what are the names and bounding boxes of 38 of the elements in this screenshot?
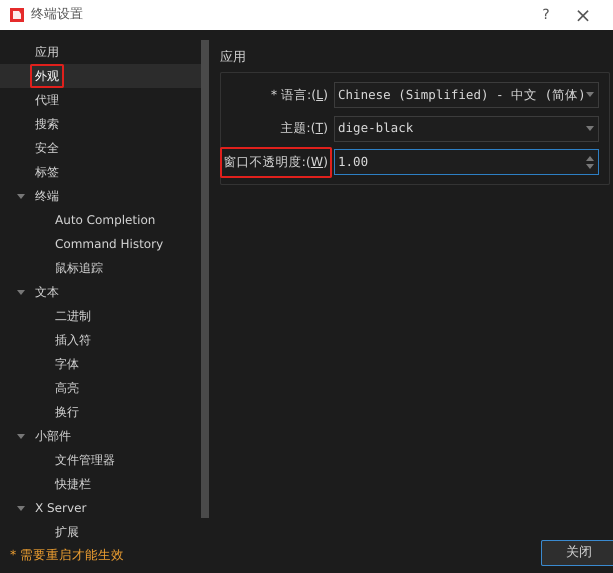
field-label: 主题:(T) [279,119,329,138]
dropdown-caret-icon [586,126,594,132]
sidebar-item[interactable]: 文本 [30,280,64,304]
sidebar-item[interactable]: 换行 [50,400,84,424]
sidebar-item[interactable]: 扩展 [50,520,84,544]
sidebar-item[interactable]: Auto Completion [50,208,160,232]
help-button[interactable]: ? [531,4,561,26]
sidebar-item[interactable]: 代理 [30,88,64,112]
dropdown-caret-icon [586,92,594,98]
field-label: * 语言:(L) [270,86,329,104]
sidebar-item[interactable]: 文件管理器 [50,448,120,472]
sidebar-item[interactable]: X Server [30,496,92,520]
sidebar-item[interactable]: 鼠标追踪 [50,256,108,280]
spin-arrows-icon [586,156,594,169]
section-title: 应用 [220,49,247,67]
close-button[interactable]: × [561,5,605,25]
sidebar-item[interactable]: 搜索 [30,112,64,136]
sidebar-item[interactable]: 快捷栏 [50,472,96,496]
sidebar-item[interactable]: 高亮 [50,376,84,400]
field-label: 窗口不透明度:(W) [220,147,332,178]
spin-field[interactable]: 1.00 [334,149,599,176]
app-logo-icon [9,7,25,23]
sidebar-item[interactable]: 二进制 [50,304,96,328]
dialog-button[interactable]: 关闭 [540,540,613,566]
sidebar-item[interactable]: Command History [50,232,168,256]
sidebar-item[interactable]: 终端 [30,184,64,208]
dropdown-field[interactable]: dige-black [334,116,599,142]
sidebar-item[interactable]: 标签 [30,160,64,184]
restart-note: * 需要重启才能生效 [9,546,126,564]
scrollbar-thumb[interactable] [201,40,209,518]
sidebar-item[interactable]: 字体 [50,352,84,376]
sidebar-item[interactable]: 小部件 [30,424,76,448]
window-title: 终端设置 [31,6,83,24]
sidebar-item[interactable]: 外观 [30,64,64,88]
sidebar-item[interactable]: 应用 [30,40,64,64]
sidebar-item[interactable]: 安全 [30,136,64,160]
dropdown-field[interactable]: Chinese (Simplified) - 中文 (简体) [334,82,599,108]
sidebar-item[interactable]: 插入符 [50,328,96,352]
